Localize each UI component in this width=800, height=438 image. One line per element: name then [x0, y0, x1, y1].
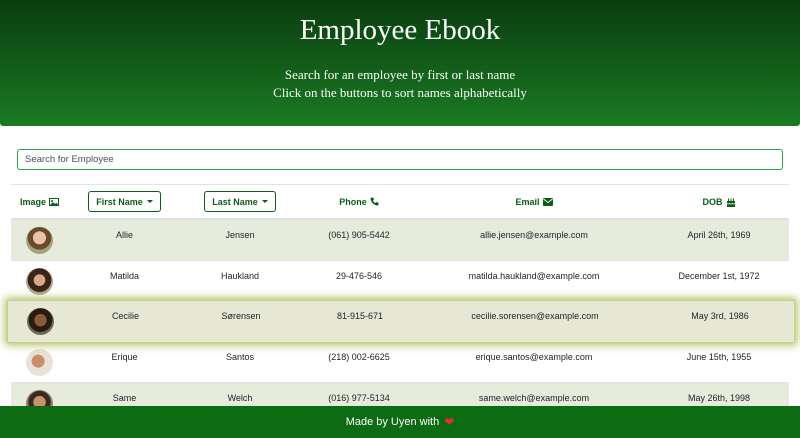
- sort-first-name-button[interactable]: First Name: [88, 191, 161, 212]
- dob-cell: April 26th, 1969: [687, 230, 751, 240]
- phone-cell: 81-915-671: [336, 311, 384, 321]
- last-name-cell: Jensen: [225, 230, 255, 240]
- birthday-cake-icon: [726, 197, 736, 207]
- avatar-cell: [11, 261, 68, 301]
- envelope-icon: [542, 197, 553, 206]
- page-subtitle-search: Search for an employee by first or last …: [284, 67, 516, 82]
- avatar-cell: [11, 342, 68, 382]
- column-header-phone: Phone: [299, 185, 419, 218]
- column-header-first-name: First Name: [68, 185, 181, 218]
- table-row: Matilda Haukland 29-476-546 matilda.hauk…: [11, 261, 789, 302]
- column-header-last-name: Last Name: [181, 185, 299, 218]
- avatar-cell: [12, 301, 69, 342]
- phone-cell: (061) 905-5442: [328, 230, 390, 240]
- email-cell: cecilie.sorensen@example.com: [471, 311, 599, 321]
- last-name-cell: Haukland: [220, 271, 260, 281]
- first-name-cell: Cecilie: [111, 311, 139, 321]
- dob-cell: June 15th, 1955: [686, 352, 752, 362]
- phone-cell: (218) 002-6625: [328, 352, 390, 362]
- column-header-phone-label: Phone: [339, 196, 367, 207]
- page-title: Employee Ebook: [299, 14, 501, 46]
- search-input[interactable]: [17, 149, 783, 170]
- column-header-image: Image: [11, 185, 68, 218]
- table-header: Image First Name Last Name Phone Email D…: [11, 185, 789, 220]
- column-header-email-label: Email: [515, 196, 540, 207]
- first-name-cell: Allie: [115, 230, 133, 240]
- dob-cell: May 3rd, 1986: [691, 311, 749, 321]
- dob-cell: December 1st, 1972: [678, 271, 760, 281]
- avatar: [27, 308, 54, 335]
- sort-last-name-button[interactable]: Last Name: [204, 191, 276, 212]
- column-header-dob-label: DOB: [702, 196, 723, 207]
- last-name-cell: Santos: [225, 352, 255, 362]
- avatar-cell: [11, 220, 68, 260]
- table-row: Allie Jensen (061) 905-5442 allie.jensen…: [11, 220, 789, 261]
- page-subtitle-sort: Click on the buttons to sort names alpha…: [273, 85, 527, 100]
- image-icon: [49, 197, 59, 206]
- email-cell: allie.jensen@example.com: [480, 230, 588, 240]
- caret-down-icon: [261, 200, 268, 203]
- email-cell: erique.santos@example.com: [475, 352, 593, 362]
- column-header-email: Email: [419, 185, 649, 218]
- avatar: [26, 226, 53, 254]
- phone-icon: [370, 197, 379, 206]
- sort-last-name-label: Last Name: [212, 196, 258, 207]
- page-footer: Made by Uyen with ❤: [0, 406, 800, 438]
- table-row-highlighted[interactable]: Cecilie Sørensen 81-915-671 cecilie.sore…: [7, 300, 795, 343]
- avatar: [26, 267, 53, 295]
- phone-cell: 29-476-546: [335, 271, 383, 281]
- heart-icon: ❤: [444, 415, 455, 429]
- last-name-cell: Sørensen: [221, 311, 261, 321]
- caret-down-icon: [146, 200, 153, 203]
- sort-first-name-label: First Name: [96, 196, 143, 207]
- first-name-cell: Matilda: [109, 271, 139, 281]
- first-name-cell: Erique: [111, 352, 138, 362]
- page-header: Employee Ebook Search for an employee by…: [0, 0, 800, 126]
- email-cell: matilda.haukland@example.com: [468, 271, 600, 281]
- column-header-image-label: Image: [19, 196, 46, 207]
- avatar: [26, 348, 53, 376]
- table-row: Erique Santos (218) 002-6625 erique.sant…: [11, 342, 789, 383]
- footer-text: Made by Uyen with: [345, 416, 440, 428]
- column-header-dob: DOB: [649, 185, 789, 218]
